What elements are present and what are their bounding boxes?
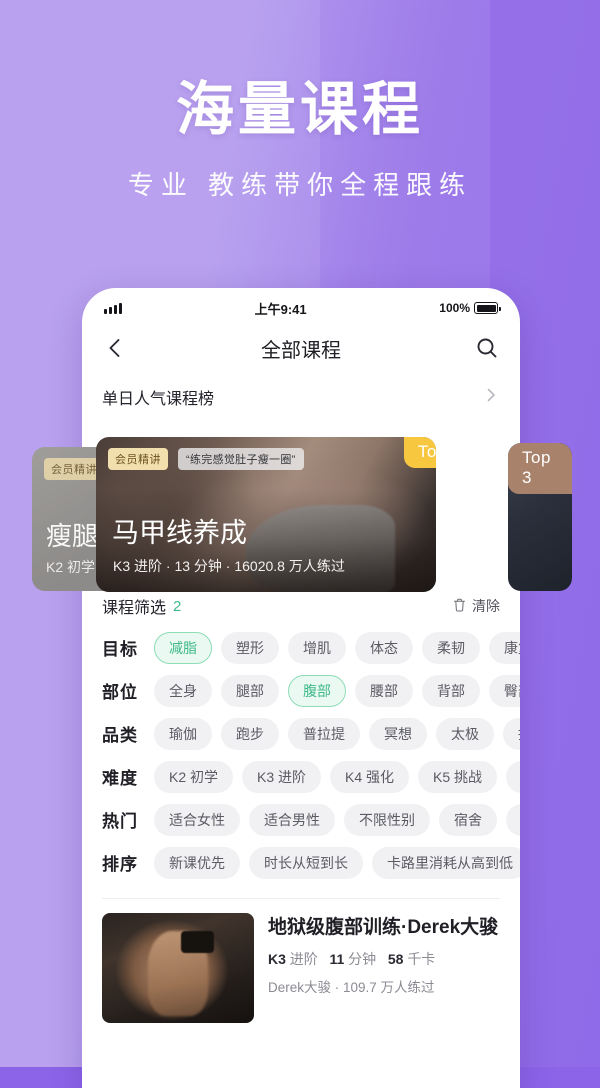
filter-rows: 目标减脂塑形增肌体态柔韧康复部位全身腿部腹部腰部背部臀部品类瑜伽跑步普拉提冥想太…	[102, 626, 520, 884]
filter-chip[interactable]: K2 初学	[154, 760, 234, 793]
vip-badge: 会员精讲	[44, 458, 104, 480]
quote-badge: “练完感觉肚子瘦一圈”	[178, 448, 304, 470]
course-duration-value: 11	[329, 951, 345, 968]
course-title: 地狱级腹部训练·Derek大骏	[268, 917, 499, 938]
filter-chip[interactable]: 不限性别	[344, 803, 430, 836]
filter-chip[interactable]: 适合女性	[154, 803, 240, 836]
filter-row: 难度 K2 初学K3 进阶K4 强化K5 挑战 K1 入门	[102, 755, 520, 798]
filter-row-label: 热门	[102, 812, 138, 831]
carousel-card-meta: K3 进阶 · 13 分钟 · 16020.8 万人练过	[113, 558, 345, 574]
filter-chip-selected[interactable]: 减脂	[154, 631, 212, 664]
battery-full-icon	[474, 302, 501, 314]
filter-chip[interactable]: 增肌	[288, 631, 346, 664]
course-calories-value: 58	[387, 951, 404, 968]
status-time: 上午9:41	[254, 301, 307, 317]
filter-chip[interactable]: 卡路里消耗从高到低	[372, 846, 520, 879]
vip-badge: 会员精讲	[108, 448, 168, 470]
course-thumbnail	[102, 913, 254, 1023]
filter-chip[interactable]: 宿舍	[439, 803, 497, 836]
filter-chip[interactable]: K3 进阶	[242, 760, 322, 793]
filter-chip[interactable]: 跑步	[221, 717, 279, 750]
status-battery-group: 100%	[439, 301, 501, 315]
filter-count-badge: 2	[173, 597, 182, 615]
filter-chip[interactable]: K5 挑战	[418, 760, 498, 793]
filter-chip-group: 适合女性适合男性不限性别宿舍办公室	[154, 803, 520, 836]
top-rank-badge: Top 3	[508, 443, 572, 494]
filter-chip-group: 全身腿部腹部腰部背部臀部	[154, 674, 520, 707]
filter-chip[interactable]: 塑形	[221, 631, 279, 664]
filter-chip[interactable]: 瑜伽	[154, 717, 212, 750]
filter-chip[interactable]: 背部	[422, 674, 480, 707]
filter-chip[interactable]: 柔韧	[422, 631, 480, 664]
filter-row: 品类瑜伽跑步普拉提冥想太极搏击	[102, 712, 520, 755]
course-list-item[interactable]: 地狱级腹部训练·Derek大骏 K3 进阶 11 分钟 58 千卡 Derek大骏 …	[102, 913, 500, 1023]
filter-row: 排序 新课优先 时长从短到长 卡路里消耗从高到低	[102, 841, 520, 884]
status-bar: 上午9:41 100%	[82, 288, 520, 322]
filter-chip[interactable]: 办公室	[506, 803, 520, 836]
filter-chip[interactable]: 冥想	[369, 717, 427, 750]
filter-chip-group: K2 初学K3 进阶K4 强化K5 挑战 K1 入门	[154, 760, 520, 793]
filter-chip-group: 减脂塑形增肌体态柔韧康复	[154, 631, 520, 664]
filter-chip[interactable]: K1 入门	[506, 760, 520, 793]
filter-chip[interactable]: 搏击	[503, 717, 520, 750]
filter-row-label: 部位	[102, 683, 138, 702]
course-level-value: K3	[268, 951, 286, 968]
popular-rank-label: 单日人气课程榜	[102, 391, 215, 408]
filter-chip[interactable]: 体态	[355, 631, 413, 664]
filter-row: 部位全身腿部腹部腰部背部臀部	[102, 669, 520, 712]
filter-row: 热门适合女性适合男性不限性别宿舍办公室	[102, 798, 520, 841]
filter-chip[interactable]: 全身	[154, 674, 212, 707]
filter-chip-group: 新课优先 时长从短到长 卡路里消耗从高到低	[154, 846, 520, 879]
hero-section: 海量课程 专业 教练带你全程跟练	[0, 77, 600, 202]
filter-chip[interactable]: 时长从短到长	[249, 846, 363, 879]
phone-mockup: 上午9:41 100% 全部课程 单日人气课程榜 课程筛选 2 清除 目标 减脂…	[82, 288, 520, 1088]
course-duration-label: 分钟	[348, 951, 377, 968]
filter-chip[interactable]: 臀部	[489, 674, 520, 707]
course-list: 地狱级腹部训练·Derek大骏 K3 进阶 11 分钟 58 千卡 Derek大骏 …	[82, 899, 520, 1023]
hero-title: 海量课程	[175, 77, 424, 142]
carousel-card-next[interactable]: Top 3	[508, 443, 572, 591]
battery-percent: 100%	[439, 301, 470, 315]
signal-bars-icon	[104, 302, 122, 314]
course-carousel: 会员精讲 瘦腿i K2 初学 会员精讲 “练完感觉肚子瘦一圈” Top 1 马甲…	[0, 437, 600, 597]
navigation-bar: 全部课程	[82, 322, 520, 374]
filter-chip[interactable]: 普拉提	[288, 717, 360, 750]
filter-chip[interactable]: 太极	[436, 717, 494, 750]
course-info: 地狱级腹部训练·Derek大骏 K3 进阶 11 分钟 58 千卡 Derek大骏 …	[268, 913, 500, 1023]
search-icon[interactable]	[474, 335, 500, 361]
filter-chip[interactable]: K4 强化	[330, 760, 410, 793]
filter-chip[interactable]: 腿部	[221, 674, 279, 707]
chevron-left-icon[interactable]	[102, 335, 128, 361]
course-author: Derek大骏 · 109.7 万人练过	[268, 980, 435, 996]
filter-chip-selected[interactable]: 腹部	[288, 674, 346, 707]
popular-rank-row[interactable]: 单日人气课程榜	[82, 374, 520, 420]
carousel-card-title: 马甲线养成	[112, 518, 247, 548]
clear-filters-label: 清除	[472, 598, 500, 614]
filter-chip[interactable]: 康复	[489, 631, 520, 664]
filter-row-label: 难度	[102, 769, 138, 788]
filter-row-label: 品类	[102, 726, 138, 745]
thumbnail-camera-detail	[181, 930, 215, 953]
filter-heading: 课程筛选	[102, 600, 167, 617]
filter-row: 目标减脂塑形增肌体态柔韧康复	[102, 626, 520, 669]
filter-chip[interactable]: 适合男性	[249, 803, 335, 836]
top-rank-badge: Top 1	[403, 437, 436, 468]
course-meta: K3 进阶 11 分钟 58 千卡	[268, 949, 500, 969]
filter-chip[interactable]: 腰部	[355, 674, 413, 707]
clear-filters-button[interactable]: 清除	[453, 596, 500, 616]
filter-row-label: 排序	[102, 855, 138, 874]
carousel-card-active[interactable]: 会员精讲 “练完感觉肚子瘦一圈” Top 1 马甲线养成 K3 进阶 · 13 …	[96, 437, 436, 592]
filter-chip-group: 瑜伽跑步普拉提冥想太极搏击	[154, 717, 520, 750]
filter-row-label: 目标	[102, 640, 138, 659]
chevron-right-icon	[482, 386, 500, 409]
carousel-card-meta: K2 初学	[46, 559, 96, 575]
hero-subtitle: 专业 教练带你全程跟练	[127, 169, 473, 200]
course-level-label: 进阶	[289, 951, 318, 968]
course-calories-label: 千卡	[407, 951, 436, 968]
trash-icon	[453, 598, 466, 615]
course-filter-panel: 课程筛选 2 清除 目标减脂塑形增肌体态柔韧康复部位全身腿部腹部腰部背部臀部品类…	[82, 586, 520, 884]
page-title: 全部课程	[261, 339, 341, 362]
filter-chip[interactable]: 新课优先	[154, 846, 240, 879]
